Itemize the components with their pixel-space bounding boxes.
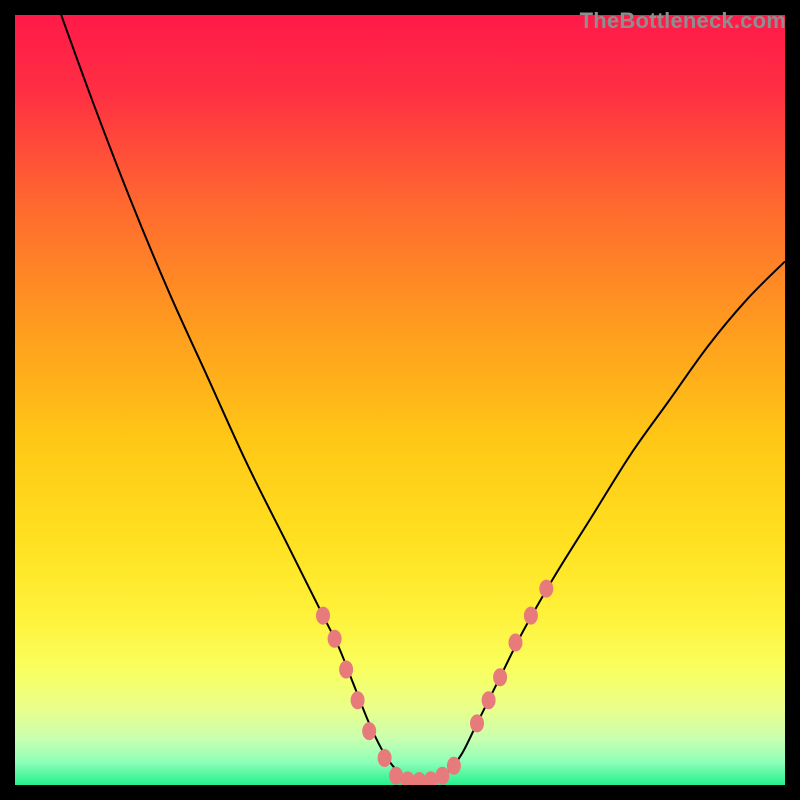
curve-marker xyxy=(316,607,330,625)
curve-marker xyxy=(351,691,365,709)
curve-marker xyxy=(339,661,353,679)
chart-frame: TheBottleneck.com xyxy=(0,0,800,800)
watermark-text: TheBottleneck.com xyxy=(580,8,786,34)
chart-svg xyxy=(15,15,785,785)
curve-marker xyxy=(509,634,523,652)
plot-area xyxy=(15,15,785,785)
curve-marker xyxy=(524,607,538,625)
curve-marker xyxy=(482,691,496,709)
curve-marker xyxy=(362,722,376,740)
curve-marker xyxy=(447,757,461,775)
curve-marker xyxy=(378,749,392,767)
curve-marker xyxy=(470,714,484,732)
curve-marker xyxy=(539,580,553,598)
curve-marker xyxy=(328,630,342,648)
curve-marker xyxy=(435,767,449,785)
curve-marker xyxy=(493,668,507,686)
